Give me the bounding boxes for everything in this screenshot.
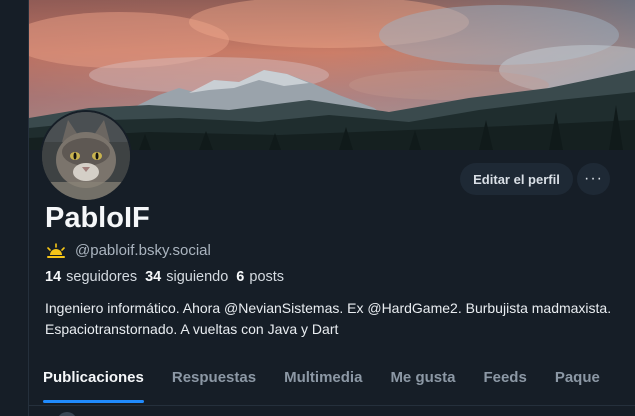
tabs-divider — [29, 405, 635, 406]
followers-link[interactable]: 14 seguidores — [45, 269, 137, 285]
following-count: 34 — [145, 269, 162, 285]
sunrise-icon — [47, 242, 65, 258]
tab-paquetes[interactable]: Paque — [555, 365, 600, 403]
post-author-avatar[interactable] — [57, 412, 77, 416]
tab-me-gusta[interactable]: Me gusta — [390, 365, 455, 403]
profile-page: Editar el perfil ··· PabloIF @pabloif.bs… — [0, 0, 635, 416]
avatar[interactable] — [40, 110, 132, 202]
handle[interactable]: @pabloif.bsky.social — [75, 242, 211, 259]
profile-stats: 14 seguidores 34 siguiendo 6 posts — [45, 269, 292, 285]
following-label: siguiendo — [166, 269, 229, 285]
profile-bio: Ingeniero informático. Ahora @NevianSist… — [45, 300, 612, 337]
left-rail — [0, 0, 28, 416]
following-link[interactable]: 34 siguiendo — [145, 269, 228, 285]
handle-row: @pabloif.bsky.social — [45, 242, 211, 259]
tab-label: Respuestas — [171, 369, 257, 386]
tab-label: Paque — [554, 369, 600, 386]
tab-label: Feeds — [483, 369, 527, 386]
followers-label: seguidores — [66, 269, 138, 285]
followers-count: 14 — [45, 269, 62, 285]
active-tab-indicator — [43, 400, 144, 403]
edit-profile-button[interactable]: Editar el perfil — [460, 163, 573, 195]
more-options-button[interactable]: ··· — [577, 163, 610, 195]
tab-feeds[interactable]: Feeds — [483, 365, 526, 403]
posts-count: 6 — [236, 269, 245, 285]
cat-avatar — [42, 112, 130, 200]
more-horizontal-icon: ··· — [584, 170, 603, 187]
posts-stat: 6 posts — [236, 269, 284, 285]
tab-label: Publicaciones — [43, 369, 144, 386]
profile-tabs: Publicaciones Respuestas Multimedia Me g… — [29, 365, 635, 405]
tab-label: Me gusta — [390, 369, 456, 386]
tab-multimedia[interactable]: Multimedia — [284, 365, 362, 403]
posts-label: posts — [249, 269, 285, 285]
profile-column: Editar el perfil ··· PabloIF @pabloif.bs… — [28, 0, 635, 416]
tab-label: Multimedia — [284, 369, 363, 386]
tab-respuestas[interactable]: Respuestas — [172, 365, 256, 403]
tab-publicaciones[interactable]: Publicaciones — [43, 365, 144, 403]
display-name: PabloIF — [45, 202, 150, 234]
